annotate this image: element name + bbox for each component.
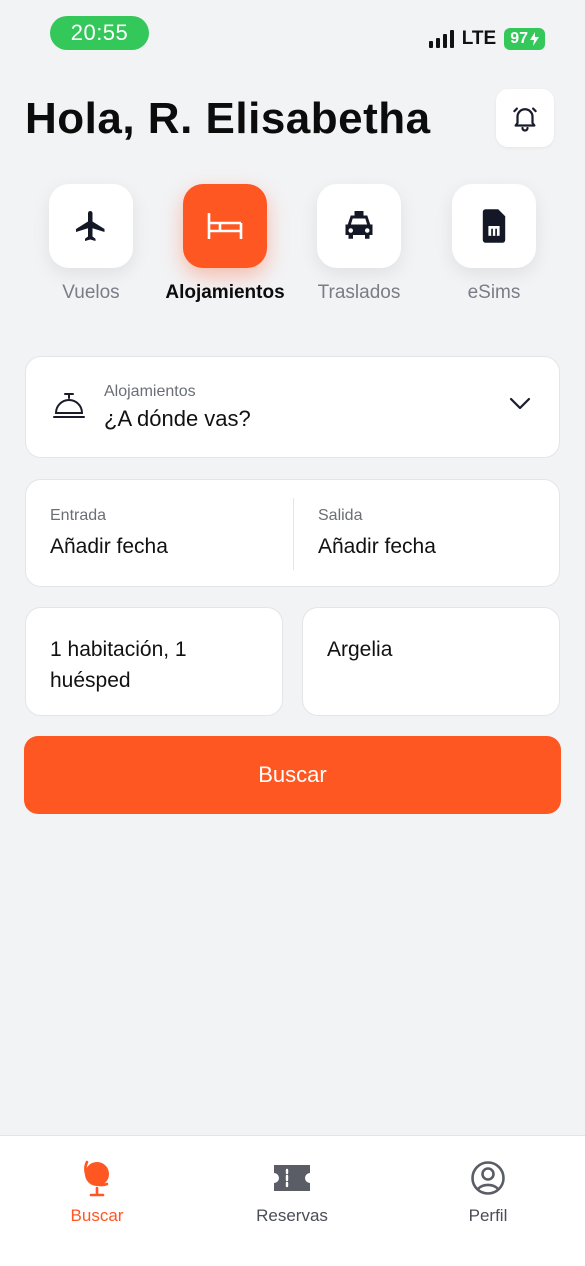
- category-label: Alojamientos: [165, 282, 285, 303]
- country-value: Argelia: [327, 638, 393, 661]
- check-in-field[interactable]: Entrada Añadir fecha: [26, 480, 293, 586]
- guests-value: 1 habitación, 1 huésped: [50, 638, 187, 692]
- bottom-nav: Buscar Reservas Perfil: [0, 1135, 585, 1266]
- page-title: Hola, R. Elisabetha: [25, 94, 431, 143]
- chevron-down-icon[interactable]: [509, 397, 531, 411]
- category-label: Vuelos: [62, 282, 120, 303]
- nav-item-search[interactable]: Buscar: [17, 1158, 177, 1226]
- status-time: 20:55: [50, 16, 149, 50]
- plane-icon: [76, 211, 105, 241]
- search-button[interactable]: Buscar: [24, 736, 561, 814]
- dates-field: Entrada Añadir fecha Salida Añadir fecha: [25, 479, 560, 587]
- country-field[interactable]: Argelia: [302, 607, 560, 716]
- nav-item-profile[interactable]: Perfil: [408, 1158, 568, 1226]
- globe-icon: [84, 1160, 109, 1197]
- taxi-icon: [345, 211, 373, 239]
- ticket-icon: [274, 1165, 310, 1191]
- category-esims[interactable]: eSims: [429, 184, 559, 304]
- destination-label: Alojamientos: [104, 383, 196, 400]
- concierge-bell-icon: [53, 393, 85, 418]
- notifications-button[interactable]: [496, 89, 554, 147]
- bed-icon: [207, 213, 243, 239]
- category-tile[interactable]: [49, 184, 133, 268]
- category-flights[interactable]: Vuelos: [26, 184, 156, 304]
- category-lodging[interactable]: Alojamientos: [160, 184, 290, 304]
- check-out-label: Salida: [318, 507, 363, 524]
- app-screen: 20:55 LTE 97 Hola, R. Elisabetha Vuelos: [0, 0, 585, 1266]
- category-tile[interactable]: [452, 184, 536, 268]
- check-in-value: Añadir fecha: [50, 535, 168, 558]
- guests-field[interactable]: 1 habitación, 1 huésped: [25, 607, 283, 716]
- nav-label: Reservas: [256, 1206, 328, 1225]
- check-out-value: Añadir fecha: [318, 535, 436, 558]
- nav-item-bookings[interactable]: Reservas: [212, 1158, 372, 1226]
- nav-label: Buscar: [70, 1206, 124, 1225]
- sim-card-icon: [482, 209, 506, 243]
- bell-icon: [513, 107, 537, 132]
- destination-field[interactable]: Alojamientos ¿A dónde vas?: [25, 356, 560, 458]
- signal-icon: [428, 30, 454, 48]
- destination-placeholder: ¿A dónde vas?: [104, 406, 251, 431]
- category-tile[interactable]: [317, 184, 401, 268]
- user-circle-icon: [471, 1161, 505, 1195]
- network-type: LTE: [461, 28, 497, 49]
- category-transfers[interactable]: Traslados: [294, 184, 424, 304]
- charging-icon: [530, 32, 539, 46]
- battery-indicator: 97: [504, 28, 545, 50]
- battery-level: 97: [510, 30, 528, 47]
- category-tile[interactable]: [183, 184, 267, 268]
- category-label: Traslados: [317, 282, 401, 303]
- check-out-field[interactable]: Salida Añadir fecha: [294, 480, 561, 586]
- nav-label: Perfil: [468, 1206, 508, 1225]
- check-in-label: Entrada: [50, 507, 107, 524]
- category-label: eSims: [467, 282, 521, 303]
- status-indicators: LTE 97: [428, 26, 545, 52]
